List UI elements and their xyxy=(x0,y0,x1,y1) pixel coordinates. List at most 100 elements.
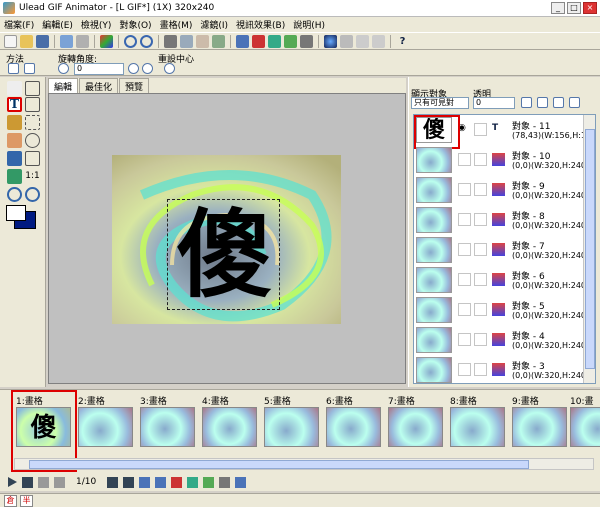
paint-brush-icon[interactable] xyxy=(7,115,22,130)
opacity-input[interactable]: 0 xyxy=(473,97,515,109)
rotate-right-icon[interactable] xyxy=(128,63,139,74)
frame-thumbnail[interactable]: 5:畫格 xyxy=(262,394,320,454)
eyedropper-icon[interactable] xyxy=(7,169,22,184)
copy-icon[interactable] xyxy=(180,34,193,48)
marquee-tool-icon[interactable] xyxy=(25,81,40,96)
menu-help[interactable]: 說明(H) xyxy=(293,18,325,31)
object-properties-icon[interactable] xyxy=(569,97,580,108)
list-item[interactable]: 對象 - 9 (0,0)(W:320,H:240 xyxy=(414,175,586,205)
fit-icon[interactable] xyxy=(8,63,19,74)
frame-thumbnail[interactable]: 3:畫格 xyxy=(138,394,196,454)
visibility-checkbox[interactable] xyxy=(458,243,471,256)
maximize-button[interactable]: □ xyxy=(567,2,581,14)
tab-edit[interactable]: 編輯 xyxy=(48,78,79,93)
lock-checkbox[interactable] xyxy=(474,153,487,166)
list-item[interactable]: 對象 - 3 (0,0)(W:320,H:240 xyxy=(414,355,586,383)
text-tool-icon[interactable]: T xyxy=(7,97,22,112)
lock-checkbox[interactable] xyxy=(474,363,487,376)
text-object-selection[interactable]: 傻 xyxy=(167,199,280,311)
settings-icon[interactable] xyxy=(372,34,385,48)
last-frame-icon[interactable] xyxy=(123,476,135,488)
menu-view[interactable]: 檢視(Y) xyxy=(81,18,112,31)
add-object-icon[interactable] xyxy=(521,97,532,108)
visibility-checkbox[interactable] xyxy=(458,273,471,286)
next-frame-icon[interactable] xyxy=(107,476,119,488)
menu-frame[interactable]: 畫格(M) xyxy=(160,18,193,31)
visibility-checkbox[interactable] xyxy=(458,363,471,376)
tween-icon[interactable] xyxy=(268,34,281,48)
pick-tool-icon[interactable] xyxy=(7,81,22,96)
frame-thumbnail[interactable]: 9:畫格 xyxy=(510,394,568,454)
list-item[interactable]: 對象 - 6 (0,0)(W:320,H:240 xyxy=(414,265,586,295)
list-item[interactable]: 對象 - 8 (0,0)(W:320,H:240 xyxy=(414,205,586,235)
visibility-checkbox[interactable] xyxy=(458,213,471,226)
menu-filter[interactable]: 濾鏡(I) xyxy=(200,18,228,31)
menu-video-effects[interactable]: 視訊效果(B) xyxy=(236,18,285,31)
zoom-in-icon[interactable] xyxy=(7,187,22,202)
frame-icon[interactable] xyxy=(236,34,249,48)
zoom-out-icon[interactable] xyxy=(25,187,40,202)
lock-checkbox[interactable] xyxy=(474,273,487,286)
crop-icon[interactable] xyxy=(284,34,297,48)
tween-frame-icon[interactable] xyxy=(187,476,199,488)
add-frame-icon[interactable] xyxy=(139,476,151,488)
scrollbar-thumb[interactable] xyxy=(585,129,595,369)
delete-object-icon[interactable] xyxy=(553,97,564,108)
close-button[interactable]: × xyxy=(583,2,597,14)
optimize-icon[interactable] xyxy=(340,34,353,48)
rotate-icon[interactable] xyxy=(58,63,69,74)
reverse-icon[interactable] xyxy=(219,476,231,488)
list-item[interactable]: 對象 - 4 (0,0)(W:320,H:240 xyxy=(414,325,586,355)
lock-checkbox[interactable] xyxy=(474,213,487,226)
ellipse-select-icon[interactable] xyxy=(25,97,40,112)
print-icon[interactable] xyxy=(76,34,89,48)
duplicate-frame-icon[interactable] xyxy=(155,476,167,488)
import-icon[interactable] xyxy=(60,34,73,48)
duplicate-icon[interactable] xyxy=(212,34,225,48)
delete-frame-icon[interactable] xyxy=(171,476,183,488)
fill-bucket-icon[interactable] xyxy=(7,151,22,166)
tab-preview[interactable]: 預覽 xyxy=(119,78,150,93)
lock-checkbox[interactable] xyxy=(474,123,487,136)
foreground-color-swatch[interactable] xyxy=(6,205,26,221)
rotate-left-icon[interactable] xyxy=(142,63,153,74)
scrollbar-thumb[interactable] xyxy=(29,460,529,469)
visibility-checkbox[interactable] xyxy=(458,333,471,346)
ime-indicator[interactable]: 倉 xyxy=(4,495,17,507)
crop-tool-icon[interactable] xyxy=(25,151,40,166)
save-icon[interactable] xyxy=(36,34,49,48)
rotate-angle-input[interactable]: 0 xyxy=(74,63,124,75)
help-pointer-icon[interactable]: ? xyxy=(396,35,409,48)
new-file-icon[interactable] xyxy=(4,34,17,48)
minimize-button[interactable]: _ xyxy=(551,2,565,14)
list-item[interactable]: 對象 - 10 (0,0)(W:320,H:240 xyxy=(414,145,586,175)
transform-icon[interactable] xyxy=(300,34,313,48)
undo-icon[interactable] xyxy=(124,34,137,48)
frame-thumbnail[interactable]: 2:畫格 xyxy=(76,394,134,454)
delete-frame-icon[interactable] xyxy=(252,34,265,48)
text-frame-icon[interactable] xyxy=(203,476,215,488)
frame-thumbnail[interactable]: 10:畫格 xyxy=(568,394,600,454)
frame-thumbnail[interactable]: 6:畫格 xyxy=(324,394,382,454)
list-item[interactable]: 對象 - 5 (0,0)(W:320,H:240 xyxy=(414,295,586,325)
menu-edit[interactable]: 編輯(E) xyxy=(42,18,73,31)
frame-thumbnail[interactable]: 7:畫格 xyxy=(386,394,444,454)
list-item[interactable]: 對象 - 7 (0,0)(W:320,H:240 xyxy=(414,235,586,265)
cut-icon[interactable] xyxy=(164,34,177,48)
menu-object[interactable]: 對象(O) xyxy=(119,18,151,31)
ime-width-indicator[interactable]: 半 xyxy=(20,495,33,507)
frame-thumbnail[interactable]: 4:畫格 xyxy=(200,394,258,454)
object-list-scrollbar[interactable] xyxy=(583,115,595,383)
crosshair-icon[interactable] xyxy=(164,63,175,74)
show-objects-select[interactable]: 只有可見對 xyxy=(411,97,469,109)
open-folder-icon[interactable] xyxy=(20,34,33,48)
lasso-icon[interactable] xyxy=(25,115,40,130)
lock-checkbox[interactable] xyxy=(474,243,487,256)
editing-canvas[interactable]: 傻 xyxy=(48,93,406,384)
visibility-checkbox[interactable] xyxy=(458,153,471,166)
actual-size-icon[interactable]: 1:1 xyxy=(25,169,40,184)
frame-thumbnail[interactable]: 8:畫格 xyxy=(448,394,506,454)
previous-frame-icon[interactable] xyxy=(54,476,65,488)
magic-wand-icon[interactable] xyxy=(25,133,40,148)
fit-alt-icon[interactable] xyxy=(24,63,35,74)
